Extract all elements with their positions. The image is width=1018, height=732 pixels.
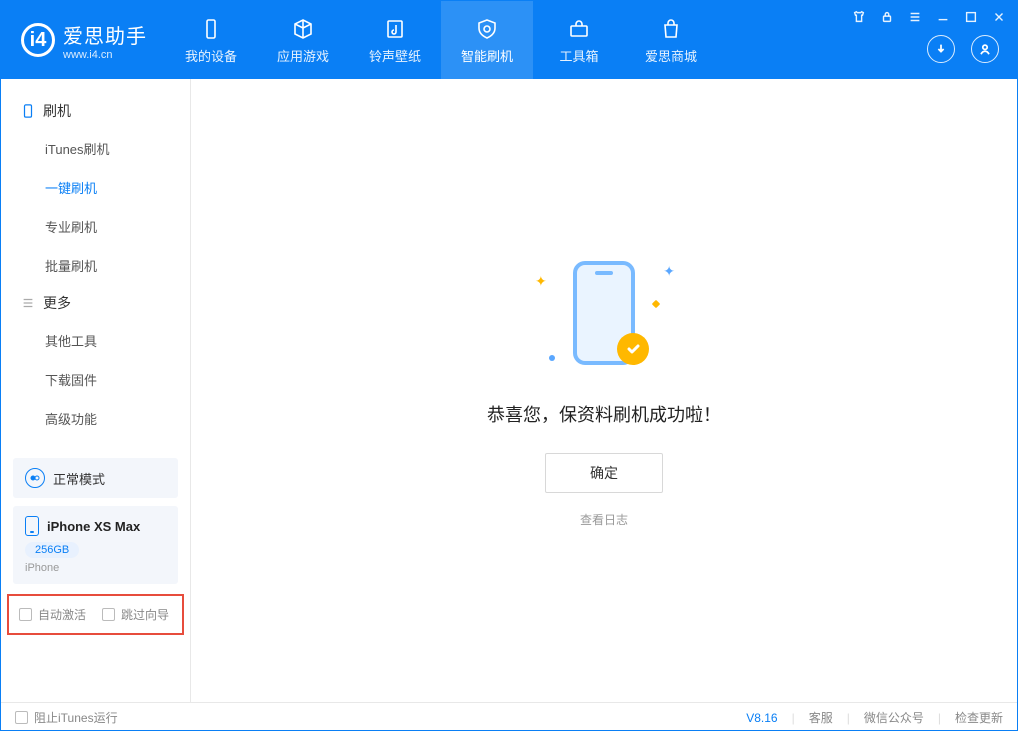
- nav-label: 我的设备: [185, 46, 237, 65]
- nav-store[interactable]: 爱思商城: [625, 1, 717, 79]
- nav-label: 爱思商城: [645, 46, 697, 65]
- sidebar-item-batch-flash[interactable]: 批量刷机: [1, 246, 190, 285]
- separator: |: [938, 711, 941, 725]
- checkbox-label: 阻止iTunes运行: [34, 709, 118, 726]
- checkbox-icon: [102, 608, 115, 621]
- sparkle-icon: ✦: [535, 273, 547, 290]
- minimize-icon[interactable]: [935, 9, 951, 25]
- app-subtitle: www.i4.cn: [63, 49, 147, 61]
- sidebar-item-pro-flash[interactable]: 专业刷机: [1, 207, 190, 246]
- phone-icon: [21, 104, 35, 118]
- sidebar-head-label: 更多: [43, 293, 71, 313]
- device-capacity-badge: 256GB: [25, 542, 79, 558]
- sidebar-item-download-firmware[interactable]: 下载固件: [1, 360, 190, 399]
- window-controls: [851, 9, 1007, 25]
- checkbox-label: 跳过向导: [121, 606, 169, 623]
- header-actions: [927, 35, 999, 63]
- sidebar-section-more[interactable]: 更多: [1, 285, 190, 321]
- nav-ringtones[interactable]: 铃声壁纸: [349, 1, 441, 79]
- device-panel: 正常模式 iPhone XS Max 256GB iPhone: [13, 458, 178, 584]
- bag-icon: [658, 16, 684, 42]
- success-title: 恭喜您，保资料刷机成功啦！: [487, 401, 721, 427]
- status-bar: 阻止iTunes运行 V8.16 | 客服 | 微信公众号 | 检查更新: [1, 702, 1017, 732]
- app-header: i4 爱思助手 www.i4.cn 我的设备 应用游戏 铃声壁纸 智能刷机 工具…: [1, 1, 1017, 79]
- sidebar-section-flash[interactable]: 刷机: [1, 93, 190, 129]
- maximize-icon[interactable]: [963, 9, 979, 25]
- separator: |: [792, 711, 795, 725]
- sidebar-item-oneclick-flash[interactable]: 一键刷机: [1, 168, 190, 207]
- list-icon: [21, 296, 35, 310]
- nav-smart-flash[interactable]: 智能刷机: [441, 1, 533, 79]
- app-body: 刷机 iTunes刷机 一键刷机 专业刷机 批量刷机 更多 其他工具 下载固件 …: [1, 79, 1017, 702]
- checkbox-label: 自动激活: [38, 606, 86, 623]
- download-button[interactable]: [927, 35, 955, 63]
- device-icon: [198, 16, 224, 42]
- shield-refresh-icon: [474, 16, 500, 42]
- wechat-link[interactable]: 微信公众号: [864, 709, 924, 726]
- nav-label: 工具箱: [559, 46, 598, 65]
- device-mode-card[interactable]: 正常模式: [13, 458, 178, 498]
- sidebar: 刷机 iTunes刷机 一键刷机 专业刷机 批量刷机 更多 其他工具 下载固件 …: [1, 79, 191, 702]
- checkbox-auto-activate[interactable]: 自动激活: [19, 606, 86, 623]
- sidebar-item-itunes-flash[interactable]: iTunes刷机: [1, 129, 190, 168]
- nav-apps-games[interactable]: 应用游戏: [257, 1, 349, 79]
- user-button[interactable]: [971, 35, 999, 63]
- checkbox-skip-guide[interactable]: 跳过向导: [102, 606, 169, 623]
- lock-icon[interactable]: [879, 9, 895, 25]
- checkbox-icon: [15, 711, 28, 724]
- separator: |: [847, 711, 850, 725]
- music-icon: [382, 16, 408, 42]
- checkmark-badge: [617, 333, 649, 365]
- mode-icon: [25, 468, 45, 488]
- ok-button[interactable]: 确定: [545, 453, 663, 493]
- cube-icon: [290, 16, 316, 42]
- nav-toolbox[interactable]: 工具箱: [533, 1, 625, 79]
- options-row: 自动激活 跳过向导: [7, 594, 184, 635]
- top-nav: 我的设备 应用游戏 铃声壁纸 智能刷机 工具箱 爱思商城: [165, 1, 717, 79]
- support-link[interactable]: 客服: [809, 709, 833, 726]
- logo: i4 爱思助手 www.i4.cn: [1, 1, 165, 79]
- nav-my-device[interactable]: 我的设备: [165, 1, 257, 79]
- app-title: 爱思助手: [63, 20, 147, 49]
- sparkle-icon: ✦: [663, 263, 675, 280]
- nav-label: 智能刷机: [461, 46, 513, 65]
- dot-icon: [549, 355, 555, 361]
- close-icon[interactable]: [991, 9, 1007, 25]
- checkbox-block-itunes[interactable]: 阻止iTunes运行: [15, 709, 118, 726]
- phone-icon: [25, 516, 39, 536]
- menu-icon[interactable]: [907, 9, 923, 25]
- device-card[interactable]: iPhone XS Max 256GB iPhone: [13, 506, 178, 584]
- check-update-link[interactable]: 检查更新: [955, 709, 1003, 726]
- sidebar-head-label: 刷机: [43, 101, 71, 121]
- dot-icon: [652, 300, 660, 308]
- nav-label: 铃声壁纸: [369, 46, 421, 65]
- device-mode-label: 正常模式: [53, 469, 105, 488]
- device-type: iPhone: [25, 562, 59, 574]
- logo-icon: i4: [21, 23, 55, 57]
- sidebar-item-other-tools[interactable]: 其他工具: [1, 321, 190, 360]
- view-log-link[interactable]: 查看日志: [580, 511, 628, 528]
- success-illustration: ✦ ✦: [529, 253, 679, 373]
- checkbox-icon: [19, 608, 32, 621]
- nav-label: 应用游戏: [277, 46, 329, 65]
- tshirt-icon[interactable]: [851, 9, 867, 25]
- version-label: V8.16: [746, 711, 777, 725]
- sidebar-item-advanced[interactable]: 高级功能: [1, 399, 190, 438]
- main-content: ✦ ✦ 恭喜您，保资料刷机成功啦！ 确定 查看日志: [191, 79, 1017, 702]
- toolbox-icon: [566, 16, 592, 42]
- device-name: iPhone XS Max: [47, 519, 140, 534]
